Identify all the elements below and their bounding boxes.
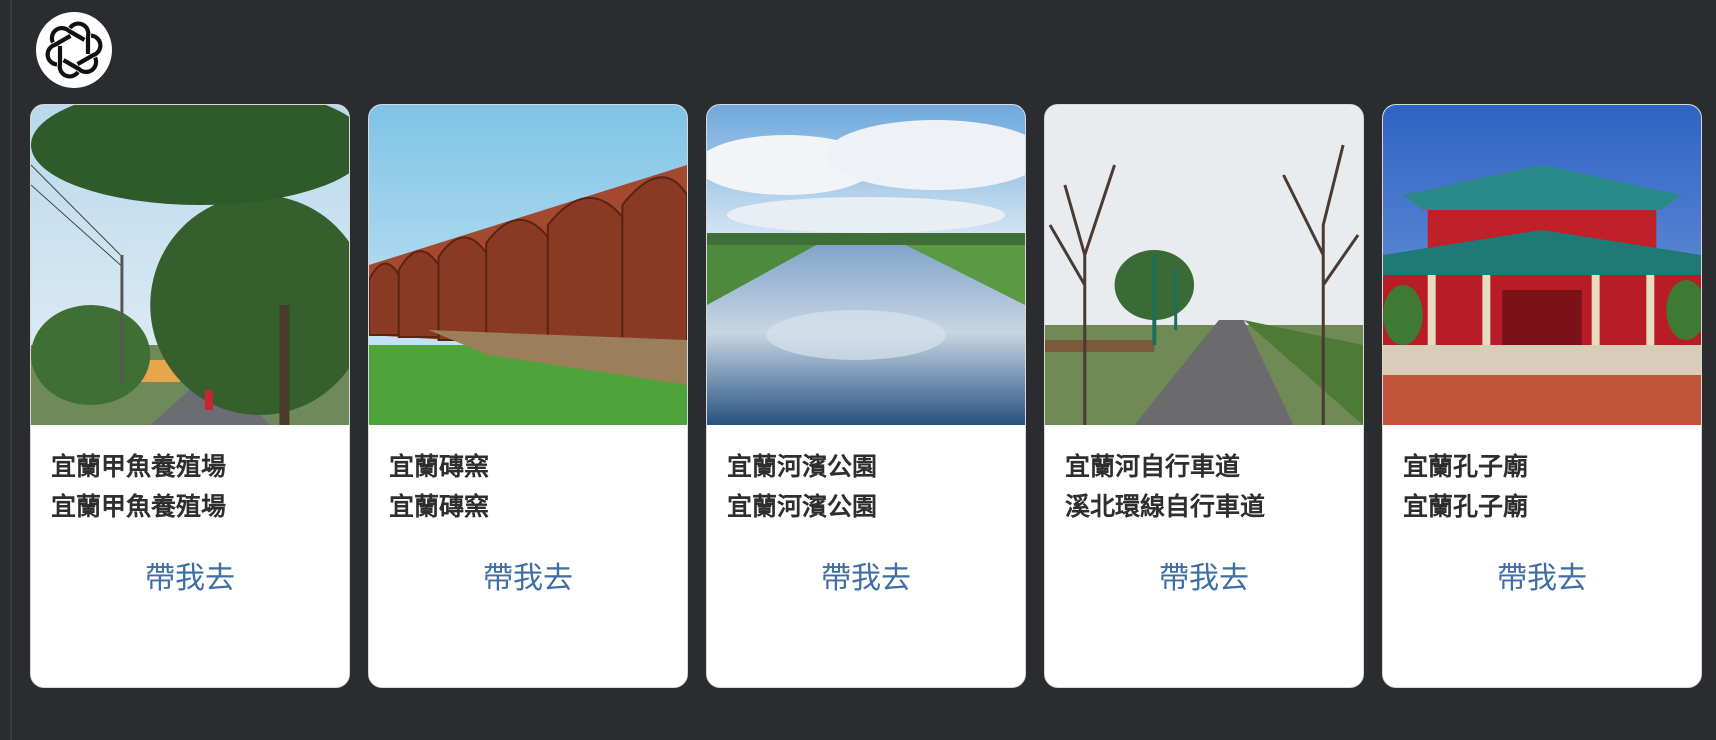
- take-me-there-button[interactable]: 帶我去: [1045, 557, 1363, 601]
- confucius-temple-photo: [1383, 105, 1701, 425]
- place-subtitle: 宜蘭河濱公園: [727, 492, 878, 521]
- place-subtitle: 宜蘭磚窯: [389, 492, 490, 521]
- take-me-there-button[interactable]: 帶我去: [31, 557, 349, 601]
- take-me-there-button[interactable]: 帶我去: [1383, 557, 1701, 601]
- assistant-avatar: [36, 12, 112, 88]
- place-subtitle: 宜蘭甲魚養殖場: [51, 492, 227, 521]
- take-me-there-button[interactable]: 帶我去: [707, 557, 1025, 601]
- river-reflection-photo: [707, 105, 1025, 425]
- bike-path-photo: [1045, 105, 1363, 425]
- place-title: 宜蘭孔子廟: [1403, 452, 1529, 481]
- left-divider: [10, 0, 12, 740]
- place-title: 宜蘭河濱公園: [727, 452, 878, 481]
- place-card: 宜蘭孔子廟 宜蘭孔子廟 帶我去: [1382, 104, 1702, 688]
- place-card: 宜蘭甲魚養殖場 宜蘭甲魚養殖場 帶我去: [30, 104, 350, 688]
- place-title: 宜蘭河自行車道: [1065, 452, 1241, 481]
- place-card-carousel: 宜蘭甲魚養殖場 宜蘭甲魚養殖場 帶我去 宜蘭磚窯 宜蘭磚窯 帶我去 宜蘭河濱公園…: [30, 104, 1702, 688]
- place-subtitle: 宜蘭孔子廟: [1403, 492, 1529, 521]
- place-title: 宜蘭甲魚養殖場: [51, 452, 227, 481]
- place-card: 宜蘭河自行車道 溪北環線自行車道 帶我去: [1044, 104, 1364, 688]
- place-card: 宜蘭磚窯 宜蘭磚窯 帶我去: [368, 104, 688, 688]
- place-title: 宜蘭磚窯: [389, 452, 490, 481]
- tree-lined-road-photo: [31, 105, 349, 425]
- brick-kiln-photo: [369, 105, 687, 425]
- place-card: 宜蘭河濱公園 宜蘭河濱公園 帶我去: [706, 104, 1026, 688]
- openai-logo-icon: [45, 21, 103, 79]
- place-subtitle: 溪北環線自行車道: [1065, 492, 1266, 521]
- take-me-there-button[interactable]: 帶我去: [369, 557, 687, 601]
